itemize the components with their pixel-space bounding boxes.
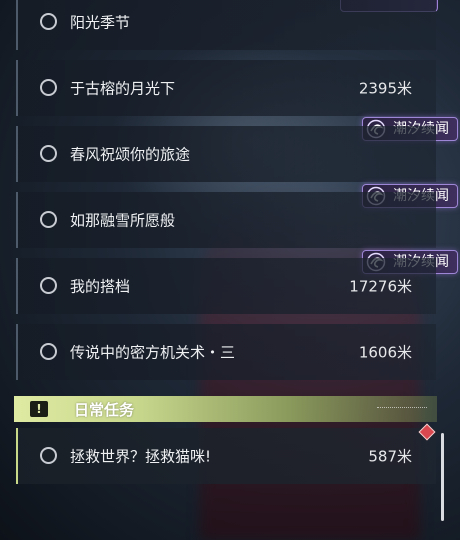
- radio-circle-icon[interactable]: [40, 79, 57, 96]
- radio-circle-icon[interactable]: [40, 13, 57, 30]
- section-label: 日常任务: [74, 401, 135, 419]
- radio-circle-icon[interactable]: [40, 145, 57, 162]
- header-decoration: [377, 407, 427, 412]
- radio-circle-icon[interactable]: [40, 211, 57, 228]
- quest-distance: 2395米: [358, 79, 412, 98]
- radio-circle-icon[interactable]: [40, 277, 57, 294]
- daily-quests-header: ! 日常任务: [14, 396, 437, 422]
- quest-item-sunshine-season[interactable]: 阳光季节: [16, 0, 436, 50]
- radio-circle-icon[interactable]: [40, 447, 57, 464]
- quest-title: 阳光季节: [70, 13, 131, 32]
- scrollbar[interactable]: [441, 433, 444, 521]
- quest-item-spring-breeze[interactable]: 春风祝颂你的旅途: [16, 126, 436, 182]
- quest-title: 如那融雪所愿般: [70, 211, 176, 230]
- quest-item-my-partner[interactable]: 我的搭档 17276米: [16, 258, 436, 314]
- quest-item-moonlight-banyan[interactable]: 于古榕的月光下 2395米: [16, 60, 436, 116]
- quest-title: 我的搭档: [70, 277, 131, 296]
- quest-title: 于古榕的月光下: [70, 79, 176, 98]
- quest-title: 拯救世界？拯救猫咪!: [70, 447, 212, 466]
- quest-item-secret-mechanism[interactable]: 传说中的密方机关术・三 1606米: [16, 324, 436, 380]
- quest-distance: 1606米: [358, 343, 412, 362]
- radio-circle-icon[interactable]: [40, 343, 57, 360]
- exclamation-icon: !: [30, 401, 48, 417]
- quest-title: 传说中的密方机关术・三: [70, 343, 236, 362]
- quest-distance: 587米: [368, 447, 412, 466]
- quest-title: 春风祝颂你的旅途: [70, 145, 191, 164]
- quest-item-save-world[interactable]: 拯救世界？拯救猫咪! 587米: [16, 428, 436, 484]
- quest-distance: 17276米: [349, 277, 412, 296]
- quest-item-melting-snow[interactable]: 如那融雪所愿般: [16, 192, 436, 248]
- quest-list: 阳光季节 于古榕的月光下 2395米 潮汐续闻 春风祝颂你的旅途 潮汐续闻 如那…: [0, 0, 460, 540]
